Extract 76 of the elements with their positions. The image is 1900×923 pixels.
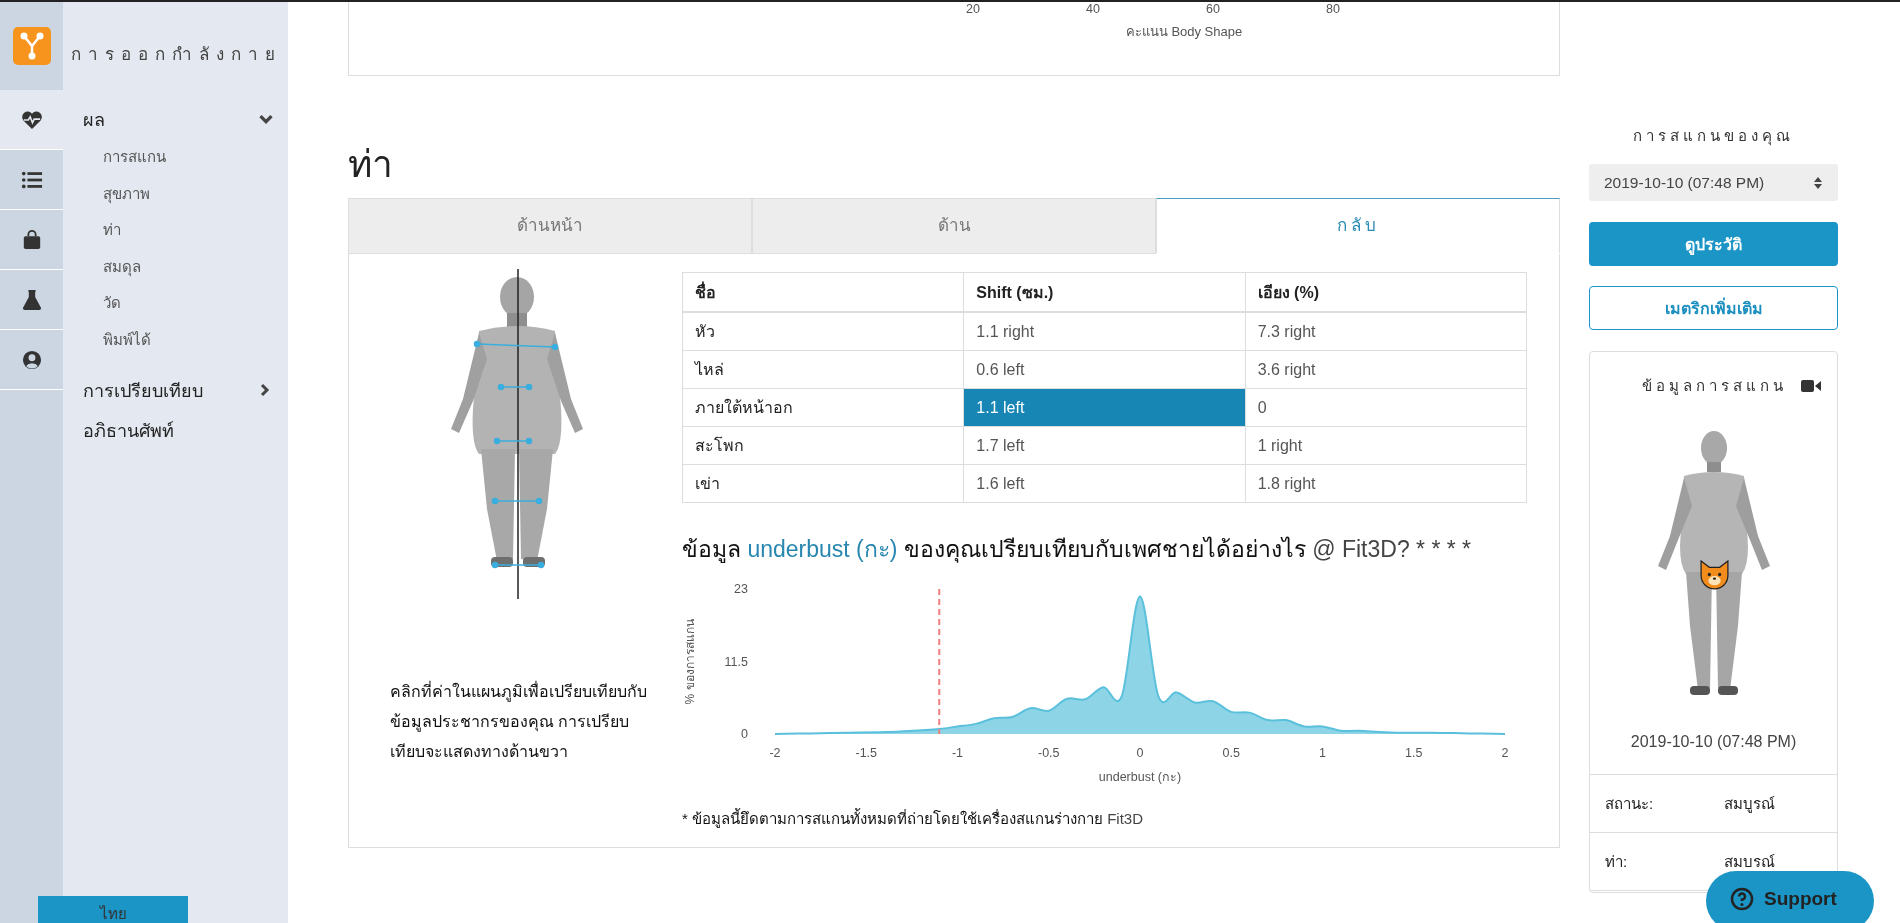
axis-label: คะแนน Body Shape (1124, 23, 1244, 41)
chevron-down-icon (258, 113, 274, 125)
nav-subitem[interactable]: พิมพ์ได้ (103, 321, 274, 358)
table-cell[interactable]: 1.6 left (963, 464, 1246, 503)
video-camera-icon[interactable] (1801, 379, 1821, 393)
y-axis-label: % ของการสแกน (683, 619, 697, 705)
support-button[interactable]: Support (1706, 871, 1874, 923)
y-tick-label: 23 (734, 582, 748, 596)
user-circle-icon (20, 349, 43, 370)
table-cell[interactable]: 1.7 left (963, 426, 1246, 465)
field-value: สมบูรณ์ (1724, 793, 1775, 815)
cat-icon (1697, 559, 1731, 590)
hint-text: คลิกที่ค่าในแผนภูมิเพื่อเปรียบเทียบกับข้อมูลประชากรของคุณ การเปรียบเทียบจะแสดงทางด้านขวา (389, 680, 648, 762)
x-tick-label: -2 (769, 746, 781, 760)
chevron-right-icon (260, 383, 270, 397)
x-tick-label: 0.5 (1222, 746, 1240, 760)
tab[interactable]: ด้าน (752, 198, 1156, 254)
x-tick-label: 2 (1501, 746, 1509, 760)
scan-select[interactable]: 2019-10-10 (07:48 PM) (1589, 164, 1838, 201)
field-label: ท่า: (1605, 851, 1629, 872)
column-header: Shift (ซม.) (963, 272, 1246, 312)
x-tick-label: -1.5 (855, 746, 877, 760)
chart-title: ข้อมูล underbust (กะ) ของคุณเปรียบเทียบกับเพศชายได้อย่างไร @ Fit3D? * * * * (682, 535, 1473, 565)
flask-icon (20, 289, 43, 310)
nav-subitem[interactable]: ท่า (103, 212, 274, 249)
footnote: * ข้อมูลนี้ยึดตามการสแกนทั้งหมดที่ถ่ายโดยใช้เครื่องสแกนร่างกาย Fit3D (682, 807, 1145, 830)
table-cell[interactable]: ไหล่ (682, 350, 964, 389)
axis-tick-label: 20 (965, 2, 981, 16)
table-cell[interactable]: 7.3 right (1245, 312, 1527, 351)
panel-title: การสแกนของคุณ (1632, 126, 1795, 148)
tab[interactable]: กลับ (1156, 198, 1560, 253)
nav-item[interactable]: อภิธานศัพท์ (83, 410, 274, 450)
axis-tick-label: 40 (1085, 2, 1101, 16)
metrics-button[interactable]: เมตริกเพิ่มเติม (1589, 286, 1838, 330)
sort-caret-icon (1814, 176, 1822, 189)
axis-tick-label: 80 (1325, 2, 1341, 16)
table-cell[interactable]: 1 right (1245, 426, 1527, 465)
x-tick-label: 0 (1136, 746, 1144, 760)
table-cell[interactable]: 0.6 left (963, 350, 1246, 389)
column-header: ชื่อ (682, 272, 964, 312)
table-cell[interactable]: 1.1 left (963, 388, 1246, 427)
nav-subitem[interactable]: วัด (103, 285, 274, 322)
table-cell[interactable]: 3.6 right (1245, 350, 1527, 389)
y-tick-label: 0 (741, 727, 748, 741)
table-cell[interactable]: 1.1 right (963, 312, 1246, 351)
column-header: เอียง (%) (1245, 272, 1527, 312)
axis-tick-label: 60 (1205, 2, 1221, 16)
x-tick-label: -0.5 (1038, 746, 1060, 760)
table-cell[interactable]: 1.8 right (1245, 464, 1527, 503)
x-tick-label: -1 (951, 746, 964, 760)
section-title: ท่า (348, 143, 394, 187)
x-axis-label: underbust (กะ) (1098, 770, 1182, 784)
card-title: ข้อมูลการสแกน (1642, 376, 1787, 397)
nav-item[interactable]: ผล (83, 99, 274, 139)
nav-subitem[interactable]: สมดุล (103, 248, 274, 285)
nav-subitem[interactable]: การสแกน (103, 139, 274, 176)
nav-subitem[interactable]: สุขภาพ (103, 175, 274, 212)
table-cell[interactable]: ภายใต้หน้าอก (682, 388, 964, 427)
table-cell[interactable]: หัว (682, 312, 964, 351)
nav-item[interactable]: การเปรียบเทียบ (83, 370, 274, 410)
y-tick-label: 11.5 (724, 654, 748, 669)
list-icon (20, 169, 43, 190)
heart-pulse-icon (20, 109, 43, 130)
table-cell[interactable]: 0 (1245, 388, 1527, 427)
help-icon (1730, 887, 1754, 911)
rail-tab[interactable] (0, 90, 63, 150)
x-tick-label: 1.5 (1405, 746, 1423, 760)
field-label: สถานะ: (1605, 793, 1655, 814)
table-cell[interactable]: เข่า (682, 464, 964, 503)
language-button[interactable]: ไทย (38, 896, 188, 923)
scan-date: 2019-10-10 (07:48 PM) (1590, 733, 1837, 775)
tab[interactable]: ด้านหน้า (348, 198, 752, 254)
x-tick-label: 1 (1319, 746, 1326, 760)
app-title: การออกกำลังกาย (71, 44, 283, 66)
field-value: สมบรณ์ (1724, 851, 1775, 872)
table-cell[interactable]: สะโพก (682, 426, 964, 465)
